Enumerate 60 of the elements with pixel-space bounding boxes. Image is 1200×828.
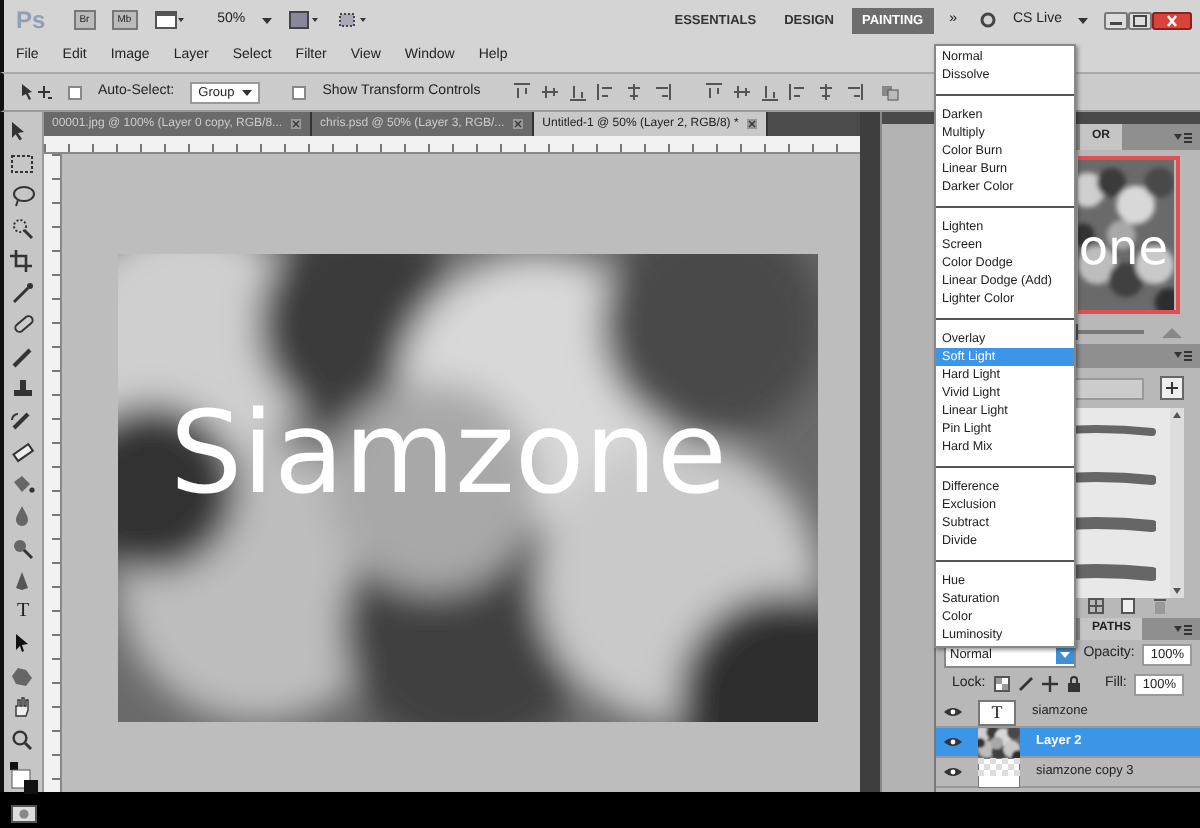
align-icon[interactable] [596, 82, 617, 102]
stamp-tool-icon[interactable] [8, 376, 38, 400]
align-icon[interactable] [512, 82, 533, 102]
distribute-icon[interactable] [704, 82, 725, 102]
eye-icon[interactable] [944, 736, 962, 748]
restore-icon[interactable] [1128, 11, 1152, 29]
preview-text: one [1078, 218, 1168, 280]
panel-dock-header [882, 112, 934, 124]
new-item-icon[interactable] [1120, 598, 1136, 614]
lock-icon[interactable] [1065, 676, 1082, 692]
minimize-icon[interactable] [1104, 11, 1128, 29]
layer-thumbnail [978, 757, 1020, 787]
type-tool-button[interactable]: T [7, 600, 39, 624]
close-icon[interactable] [746, 118, 759, 130]
align-icon[interactable] [568, 82, 589, 102]
panel-menu-icon[interactable] [1174, 623, 1192, 635]
new-preset-icon[interactable] [1160, 376, 1184, 400]
distribute-icon[interactable] [844, 82, 865, 102]
text-layer-thumbnail: T [978, 699, 1016, 725]
distribute-icon[interactable] [760, 82, 781, 102]
crop-tool-icon[interactable] [8, 248, 38, 272]
lock-transparency-icon[interactable] [993, 676, 1010, 692]
eye-icon[interactable] [944, 766, 962, 778]
move-tool-icon[interactable] [20, 82, 52, 102]
panel-menu-icon[interactable] [1174, 131, 1192, 143]
close-icon[interactable] [1152, 11, 1192, 29]
marquee-tool-icon[interactable] [8, 152, 38, 176]
view-extras-icon[interactable] [153, 10, 186, 30]
caret-icon [242, 89, 253, 95]
brush-icon[interactable] [1017, 676, 1034, 692]
paint-bucket-tool-icon[interactable] [8, 472, 38, 496]
auto-select-checkbox[interactable] [68, 85, 82, 99]
quick-mask-icon[interactable] [9, 804, 37, 824]
close-icon[interactable] [290, 118, 303, 130]
distribute-icon[interactable] [816, 82, 837, 102]
align-icon[interactable] [652, 82, 673, 102]
eye-icon[interactable] [944, 706, 962, 718]
transform-controls-checkbox[interactable] [292, 85, 307, 99]
trash-icon[interactable] [1152, 598, 1168, 614]
grid-icon[interactable] [1088, 598, 1104, 614]
zoom-tool-icon[interactable] [8, 728, 38, 752]
close-icon[interactable] [512, 118, 525, 130]
dodge-tool-icon[interactable] [8, 536, 38, 560]
distribute-icon[interactable] [788, 82, 809, 102]
panel-menu-icon[interactable] [1174, 350, 1192, 362]
align-icon[interactable] [540, 82, 561, 102]
caret-icon [261, 17, 272, 23]
screen-mode-icon[interactable] [335, 10, 368, 30]
eyedropper-tool-icon[interactable] [8, 280, 38, 304]
move-icon[interactable] [1041, 676, 1058, 692]
quick-selection-tool-icon[interactable] [8, 216, 38, 240]
align-icon[interactable] [624, 82, 645, 102]
app-logo: Ps [14, 4, 48, 38]
color-swatches-icon[interactable] [7, 760, 39, 796]
caret-icon [1078, 17, 1088, 23]
auto-align-icon[interactable] [880, 82, 901, 102]
distribute-icon[interactable] [732, 82, 753, 102]
arrange-documents-icon[interactable] [287, 10, 320, 30]
cs-live-icon[interactable] [980, 12, 997, 28]
lasso-tool-icon[interactable] [8, 184, 38, 208]
